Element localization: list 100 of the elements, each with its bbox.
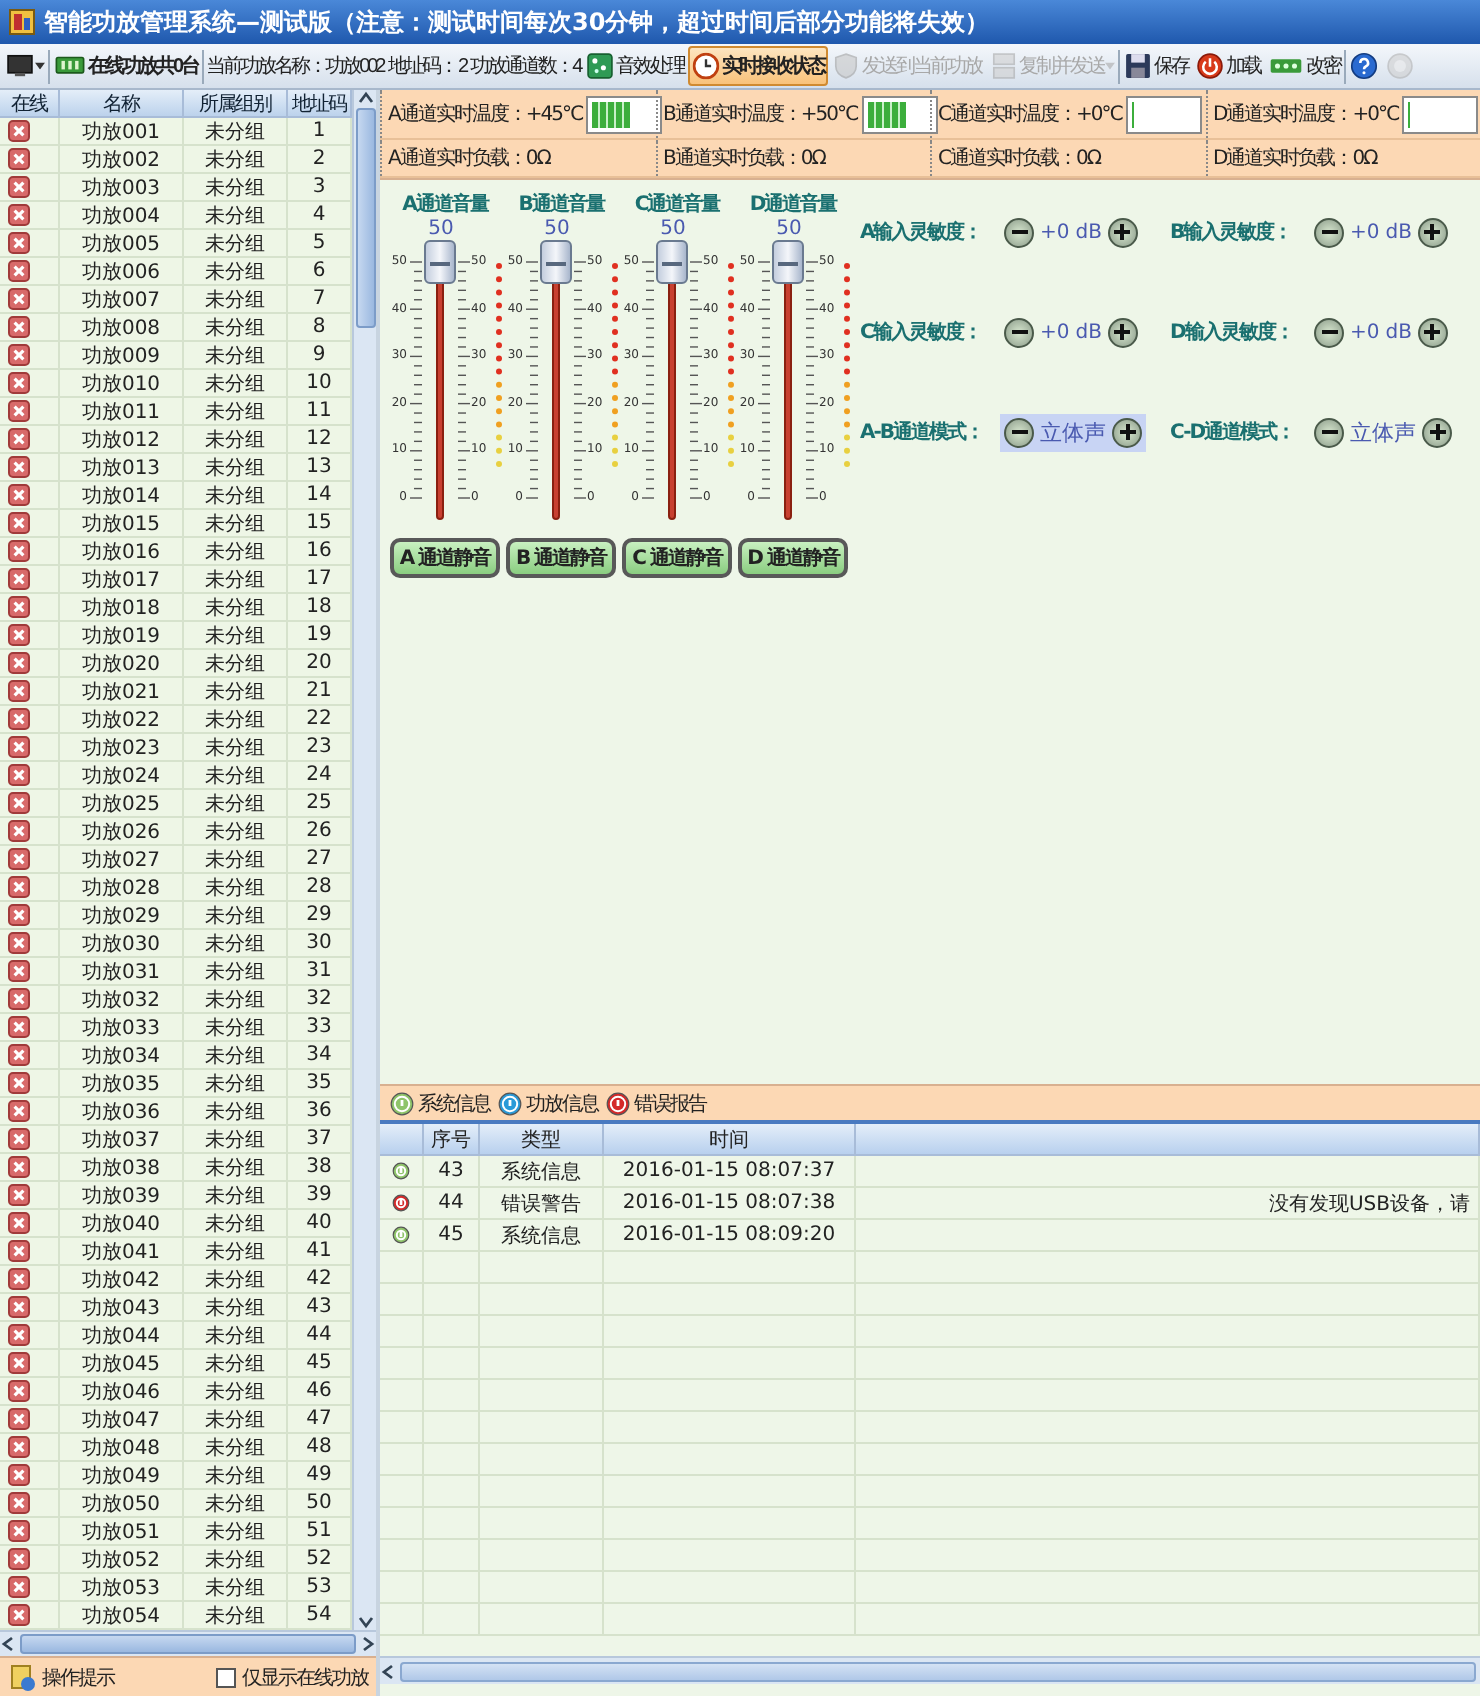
column-header[interactable]: 地址码 (288, 90, 352, 118)
column-header[interactable]: 所属组别 (184, 90, 288, 118)
column-header[interactable]: 在线 (0, 90, 60, 118)
table-cell: 系统信息 (480, 1156, 604, 1188)
unit-label: dB (1075, 321, 1102, 343)
table-cell: 未分组 (184, 734, 288, 762)
column-header[interactable]: 时间 (604, 1124, 856, 1156)
column-header[interactable]: 类型 (480, 1124, 604, 1156)
minus-icon (1011, 424, 1027, 440)
table-cell: 功放046 (60, 1378, 184, 1406)
slider-thumb[interactable] (771, 240, 803, 284)
sensitivity-value: +0 (1040, 321, 1070, 343)
change-password-button[interactable]: 改密 (1264, 46, 1345, 86)
slider-thumb[interactable] (539, 240, 571, 284)
increase-button[interactable] (1422, 417, 1452, 447)
table-cell: 未分组 (184, 286, 288, 314)
table-cell: 未分组 (184, 482, 288, 510)
table-cell: 未分组 (184, 594, 288, 622)
increase-button[interactable] (1417, 317, 1448, 347)
load-button[interactable]: 加载 (1192, 46, 1265, 86)
empty-cell (424, 1316, 480, 1348)
mute-button[interactable]: A 通道静音 (390, 538, 500, 578)
checkbox[interactable] (216, 1667, 236, 1687)
table-cell: 未分组 (184, 1154, 288, 1182)
online-amps-button[interactable]: 在线功放共0台 (50, 46, 203, 86)
table-cell: 未分组 (184, 902, 288, 930)
volume-slider[interactable] (423, 240, 455, 520)
table-cell: 功放018 (60, 594, 184, 622)
volume-value: 50 (776, 218, 802, 240)
mute-button[interactable]: C 通道静音 (622, 538, 732, 578)
temperature-label: B通道实时温度：+50℃ (663, 101, 858, 128)
mode-selector[interactable]: 立体声 (1310, 413, 1456, 451)
table-cell: 2016-01-15 08:07:37 (604, 1156, 856, 1188)
table-cell: 未分组 (184, 510, 288, 538)
sensitivity-label: B输入灵敏度： (1170, 218, 1294, 246)
empty-cell (480, 1444, 604, 1476)
effects-button[interactable]: 音效处理 (582, 46, 689, 86)
table-cell: 未分组 (184, 426, 288, 454)
volume-slider[interactable] (771, 240, 803, 520)
scrollbar-thumb[interactable] (355, 108, 375, 328)
mode-selector[interactable]: 立体声 (1000, 413, 1146, 451)
mute-button[interactable]: D 通道静音 (738, 538, 848, 578)
save-button[interactable]: 保存 (1120, 46, 1193, 86)
mute-button[interactable]: B 通道静音 (506, 538, 616, 578)
table-cell: 45 (424, 1220, 480, 1252)
table-cell: 未分组 (184, 342, 288, 370)
vertical-scrollbar[interactable] (352, 90, 376, 1630)
decrease-button[interactable] (1004, 317, 1034, 347)
table-cell: 2016-01-15 08:09:20 (604, 1220, 856, 1252)
mode-label: C-D通道模式： (1170, 419, 1297, 446)
table-cell: 功放039 (60, 1182, 184, 1210)
empty-cell (480, 1604, 604, 1636)
sensitivity-label: A输入灵敏度： (860, 218, 984, 246)
decrease-button[interactable] (1314, 217, 1344, 247)
increase-button[interactable] (1107, 217, 1138, 247)
empty-cell (380, 1572, 424, 1604)
unit-label: dB (1075, 221, 1102, 243)
table-cell: 功放047 (60, 1406, 184, 1434)
decrease-button[interactable] (1314, 417, 1344, 447)
table-cell: 功放010 (60, 370, 184, 398)
decrease-button[interactable] (1314, 317, 1344, 347)
table-cell: 功放032 (60, 986, 184, 1014)
temperature-label: C通道实时温度：+0℃ (938, 101, 1122, 128)
table-cell: 功放007 (60, 286, 184, 314)
volume-slider[interactable] (539, 240, 571, 520)
increase-button[interactable] (1417, 217, 1448, 247)
horizontal-scrollbar[interactable] (380, 1656, 1480, 1684)
horizontal-scrollbar[interactable] (0, 1630, 376, 1656)
empty-cell (424, 1412, 480, 1444)
volume-label: B通道音量 (518, 190, 604, 218)
empty-cell (380, 1412, 424, 1444)
table-cell: 未分组 (184, 874, 288, 902)
empty-cell (424, 1476, 480, 1508)
increase-button[interactable] (1107, 317, 1138, 347)
scrollbar-thumb[interactable] (400, 1661, 1476, 1681)
column-header[interactable]: 名称 (60, 90, 184, 118)
table-cell: 功放022 (60, 706, 184, 734)
empty-cell (380, 1348, 424, 1380)
receive-status-button[interactable]: 实时接收状态 (688, 46, 829, 86)
empty-cell (480, 1412, 604, 1444)
info-icon (498, 1091, 522, 1115)
table-cell: 功放004 (60, 202, 184, 230)
column-header[interactable]: 序号 (424, 1124, 480, 1156)
decrease-button[interactable] (1004, 417, 1034, 447)
log-tab[interactable]: 功放信息 (496, 1089, 600, 1117)
floppy-icon (1124, 52, 1152, 80)
scrollbar-thumb[interactable] (20, 1634, 356, 1654)
slider-thumb[interactable] (655, 240, 687, 284)
load-label: C通道实时负载：0Ω (938, 145, 1100, 172)
increase-button[interactable] (1112, 417, 1142, 447)
log-tab[interactable]: 系统信息 (388, 1089, 492, 1117)
toolbar-info-text: 当前功放名称：功放002 (204, 53, 386, 80)
checkbox-label: 仅显示在线功放 (242, 1665, 368, 1691)
log-tab[interactable]: 错误报告 (604, 1089, 708, 1117)
volume-slider[interactable] (655, 240, 687, 520)
empty-cell (380, 1316, 424, 1348)
table-cell: 功放012 (60, 426, 184, 454)
table-cell: 未分组 (184, 846, 288, 874)
decrease-button[interactable] (1004, 217, 1034, 247)
slider-thumb[interactable] (423, 240, 455, 284)
